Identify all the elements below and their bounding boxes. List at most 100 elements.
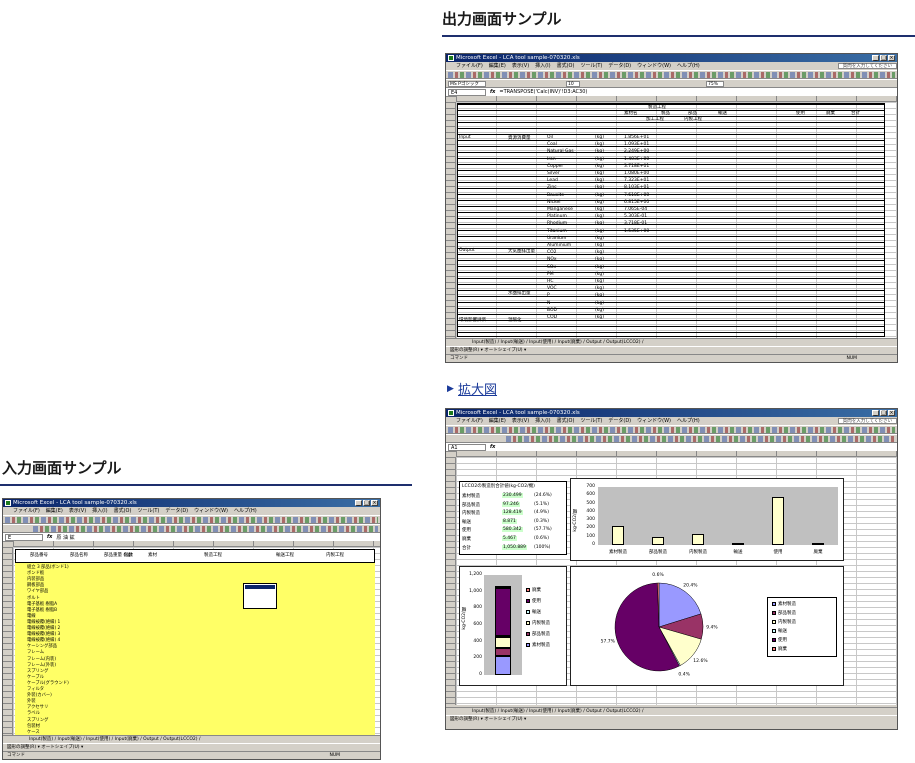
part-row[interactable]: ボンド板 — [27, 570, 44, 576]
substance-cell[interactable]: P — [547, 293, 550, 298]
part-row[interactable]: 電線被覆(絶縁) 4 — [27, 637, 60, 643]
input-data-area[interactable] — [15, 563, 375, 735]
menu-file[interactable]: ファイル(F) — [13, 507, 40, 515]
unit-cell[interactable]: (kg) — [595, 301, 604, 306]
row-headers[interactable] — [446, 457, 456, 705]
bar-5[interactable] — [812, 543, 824, 545]
menu-data[interactable]: データ(D) — [608, 417, 631, 425]
toolbar-icons[interactable] — [448, 427, 895, 433]
stack-segment-0[interactable] — [495, 655, 511, 675]
substance-cell[interactable]: SOx — [547, 265, 556, 270]
bar-2[interactable] — [692, 534, 704, 545]
unit-cell[interactable]: (kg) — [595, 149, 604, 154]
part-row[interactable]: ボルト — [27, 595, 40, 601]
minimize-button[interactable]: _ — [872, 55, 879, 61]
menu-file[interactable]: ファイル(F) — [456, 417, 483, 425]
toolbar-icons[interactable] — [448, 72, 895, 78]
help-search-input[interactable]: 質問を入力してください — [837, 418, 897, 424]
value-cell[interactable]: 1.535E+00 — [624, 229, 649, 234]
unit-cell[interactable]: (kg) — [595, 193, 604, 198]
standard-toolbar[interactable] — [3, 515, 380, 524]
substance-cell[interactable]: HC — [547, 279, 554, 284]
unit-cell[interactable]: (kg) — [595, 164, 604, 169]
menu-insert[interactable]: 挿入(I) — [92, 507, 107, 515]
stack-segment-1[interactable] — [495, 647, 511, 656]
menu-tools[interactable]: ツール(T) — [137, 507, 159, 515]
maximize-button[interactable]: □ — [363, 500, 370, 506]
substance-cell[interactable]: Aluminium — [547, 243, 571, 248]
unit-cell[interactable]: (kg) — [595, 157, 604, 162]
menu-format[interactable]: 書式(O) — [557, 62, 575, 70]
menu-view[interactable]: 表示(V) — [512, 62, 529, 70]
menu-edit[interactable]: 編集(E) — [46, 507, 63, 515]
unit-cell[interactable]: (kg) — [595, 308, 604, 313]
menu-view[interactable]: 表示(V) — [512, 417, 529, 425]
unit-cell[interactable]: (kg) — [595, 221, 604, 226]
format-toolbar[interactable] — [3, 524, 380, 533]
part-row[interactable]: 電子基板 樹脂B — [27, 607, 57, 613]
substance-cell[interactable]: Iron — [547, 157, 556, 162]
substance-cell[interactable]: Lead — [547, 178, 558, 183]
stack-segment-5[interactable] — [495, 585, 511, 588]
format-toolbar[interactable] — [446, 434, 897, 443]
part-row[interactable]: フレーム(外装) — [27, 662, 56, 668]
unit-cell[interactable]: (kg) — [595, 279, 604, 284]
part-row[interactable]: 電子基板 樹脂A — [27, 601, 57, 607]
value-cell[interactable]: 1.856E+01 — [624, 135, 649, 140]
part-row[interactable]: ラベル — [27, 710, 40, 716]
part-row[interactable]: スプリング — [27, 717, 48, 723]
unit-cell[interactable]: (kg) — [595, 142, 604, 147]
value-cell[interactable]: 5.303E-01 — [624, 214, 647, 219]
bar-chart[interactable]: kg-CO2/機 0 100 200 300 400 500 600 700 素材製造 部品製造… — [570, 478, 844, 561]
part-row[interactable]: 組立 3 部品(ボンド1) — [27, 564, 69, 570]
menu-help[interactable]: ヘルプ(H) — [234, 507, 257, 515]
value-cell[interactable]: 1.403E+00 — [624, 157, 649, 162]
part-row[interactable]: フィルタ — [27, 686, 44, 692]
menu-window[interactable]: ウィンドウ(W) — [637, 62, 671, 70]
stack-segment-4[interactable] — [495, 587, 511, 637]
material-dropdown-popup[interactable] — [243, 583, 277, 609]
format-toolbar[interactable]: MS Pゴシック 10 75% — [446, 79, 897, 88]
menu-data[interactable]: データ(D) — [608, 62, 631, 70]
value-cell[interactable]: 7.610E+00 — [624, 193, 649, 198]
part-row[interactable]: アクセサリ — [27, 704, 48, 710]
menu-tools[interactable]: ツール(T) — [580, 62, 602, 70]
substance-cell[interactable]: Manganese — [547, 207, 573, 212]
substance-cell[interactable]: Natural Gas — [547, 149, 574, 154]
drawing-toolbar[interactable]: 図形の調整(R) ▾ オートシェイプ(U) ▾ — [446, 346, 897, 354]
substance-cell[interactable]: N — [547, 301, 550, 306]
menu-edit[interactable]: 編集(E) — [489, 62, 506, 70]
substance-cell[interactable]: BOD — [547, 308, 557, 313]
row-headers[interactable] — [3, 547, 13, 735]
minimize-button[interactable]: _ — [355, 500, 362, 506]
unit-cell[interactable]: (kg) — [595, 286, 604, 291]
part-row[interactable]: ケーブル(グラウンド) — [27, 680, 69, 686]
part-row[interactable]: ケース — [27, 729, 40, 735]
help-search-input[interactable]: 質問を入力してください — [837, 63, 897, 69]
value-cell[interactable]: 1.093E+01 — [624, 142, 649, 147]
formula-input[interactable]: 原 油 鉱 — [56, 534, 74, 541]
close-button[interactable]: × — [888, 55, 895, 61]
value-cell[interactable]: 3.718E-01 — [624, 221, 647, 226]
part-row[interactable]: フレーム(内装) — [27, 656, 56, 662]
bar-0[interactable] — [612, 525, 624, 545]
substance-cell[interactable]: Titanium — [547, 229, 567, 234]
part-row[interactable]: ケーシング部品 — [27, 643, 57, 649]
part-row[interactable]: 電線 — [27, 613, 36, 619]
close-button[interactable]: × — [888, 410, 895, 416]
part-row[interactable]: スプリング — [27, 668, 48, 674]
stacked-bar-chart[interactable]: kg-CO2/機 0 200 400 600 800 1,000 1,200 廃棄 使用 輸送内… — [459, 566, 567, 686]
part-row[interactable]: ワイヤ部品 — [27, 588, 48, 594]
part-row[interactable]: 電線被覆(絶縁) 1 — [27, 619, 60, 625]
menu-insert[interactable]: 挿入(I) — [535, 62, 550, 70]
substance-cell[interactable]: COD — [547, 315, 557, 320]
sheet-tabs[interactable]: Input(製造) / Input(輸送) / Input(使用) / Inpu… — [3, 735, 380, 743]
substance-cell[interactable]: Uranium — [547, 236, 566, 241]
drawing-toolbar[interactable]: 図形の調整(R) ▾ オートシェイプ(U) ▾ — [446, 715, 897, 723]
value-cell[interactable]: 1.080E+00 — [624, 171, 649, 176]
unit-cell[interactable]: (kg) — [595, 229, 604, 234]
maximize-button[interactable]: □ — [880, 55, 887, 61]
unit-cell[interactable]: (kg) — [595, 214, 604, 219]
substance-cell[interactable]: PM — [547, 272, 554, 277]
unit-cell[interactable]: (kg) — [595, 243, 604, 248]
